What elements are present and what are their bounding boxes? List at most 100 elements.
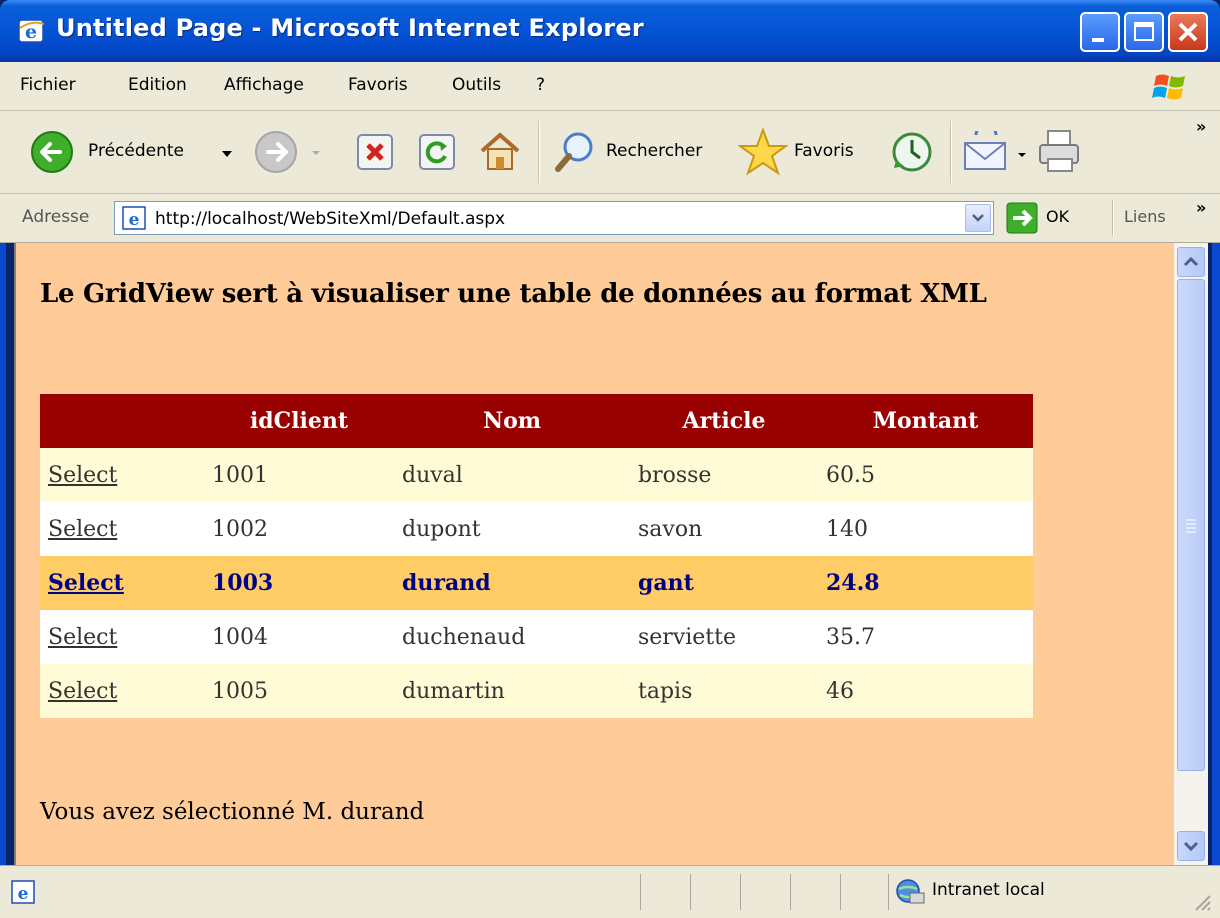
mail-button[interactable] (962, 131, 1032, 175)
montant-cell: 140 (818, 502, 1033, 556)
selection-message: Vous avez sélectionné M. durand (40, 799, 425, 825)
nom-cell: duval (394, 448, 630, 502)
forward-arrow-icon (255, 131, 297, 173)
search-button[interactable]: Rechercher (552, 129, 722, 175)
gridview-table: idClient Nom Article Montant Select 1001… (40, 394, 1033, 718)
address-url: http://localhost/WebSiteXml/Default.aspx (155, 209, 506, 229)
chevron-down-icon (972, 214, 984, 222)
montant-cell: 60.5 (818, 448, 1033, 502)
windows-logo-icon (1152, 74, 1185, 100)
search-label: Rechercher (606, 141, 703, 161)
idclient-cell: 1004 (204, 610, 394, 664)
minimize-icon (1092, 38, 1104, 42)
favorites-button[interactable]: Favoris (738, 127, 878, 177)
close-icon (1178, 22, 1198, 42)
article-cell: gant (630, 556, 818, 610)
print-icon[interactable] (1036, 129, 1084, 175)
window-title: Untitled Page - Microsoft Internet Explo… (56, 14, 644, 42)
menu-outils[interactable]: Outils (452, 75, 501, 95)
chevron-down-icon (1183, 841, 1199, 852)
stop-icon[interactable] (356, 133, 394, 171)
vertical-scrollbar[interactable] (1174, 243, 1208, 865)
idclient-cell: 1003 (204, 556, 394, 610)
ie-logo-icon: e (18, 19, 45, 43)
article-cell: tapis (630, 664, 818, 718)
nom-cell: duchenaud (394, 610, 630, 664)
status-panel (840, 874, 891, 910)
address-separator (1112, 200, 1114, 236)
page-content: Le GridView sert à visualiser une table … (14, 243, 1174, 865)
montant-cell: 46 (818, 664, 1033, 718)
menu-affichage[interactable]: Affichage (224, 75, 304, 95)
menu-help[interactable]: ? (536, 75, 545, 95)
back-button[interactable]: Précédente (30, 129, 240, 175)
back-dropdown-icon[interactable] (220, 149, 234, 159)
browser-window: e Untitled Page - Microsoft Internet Exp… (0, 0, 1220, 918)
go-label: OK (1046, 207, 1070, 226)
montant-cell: 35.7 (818, 610, 1033, 664)
toolbar-separator (538, 121, 540, 183)
status-panel (790, 874, 841, 910)
table-row: Select 1001 duval brosse 60.5 (40, 448, 1033, 502)
address-input[interactable]: e http://localhost/WebSiteXml/Default.as… (114, 201, 994, 235)
select-link[interactable]: Select (48, 679, 117, 704)
mail-dropdown-icon[interactable] (1016, 151, 1028, 159)
maximize-icon (1134, 22, 1154, 41)
select-link[interactable]: Select (48, 570, 124, 596)
scroll-thumb[interactable] (1177, 279, 1205, 771)
nom-cell: durand (394, 556, 630, 610)
svg-text:e: e (18, 884, 29, 904)
select-link[interactable]: Select (48, 517, 117, 542)
toolbar-separator (950, 121, 952, 183)
table-row-selected: Select 1003 durand gant 24.8 (40, 556, 1033, 610)
nom-cell: dupont (394, 502, 630, 556)
intranet-globe-icon (896, 879, 925, 904)
scroll-down-button[interactable] (1177, 831, 1205, 861)
toolbar: Précédente Rechercher Favoris » (0, 111, 1220, 194)
article-cell: brosse (630, 448, 818, 502)
maximize-button[interactable] (1124, 12, 1164, 52)
scroll-up-button[interactable] (1177, 247, 1205, 277)
nom-cell: dumartin (394, 664, 630, 718)
links-overflow-icon[interactable]: » (1196, 198, 1206, 217)
mail-icon (964, 131, 1006, 170)
select-cell: Select (40, 502, 204, 556)
toolbar-overflow-icon[interactable]: » (1196, 117, 1206, 136)
menu-bar: Fichier Edition Affichage Favoris Outils… (0, 62, 1220, 111)
go-button[interactable]: OK (1006, 202, 1096, 234)
close-button[interactable] (1168, 12, 1208, 52)
montant-cell: 24.8 (818, 556, 1033, 610)
idclient-cell: 1002 (204, 502, 394, 556)
address-dropdown-button[interactable] (965, 204, 991, 232)
address-bar: Adresse e http://localhost/WebSiteXml/De… (0, 194, 1220, 243)
header-select (40, 394, 204, 448)
resize-grip-icon[interactable] (1190, 890, 1214, 914)
select-cell: Select (40, 448, 204, 502)
menu-edition[interactable]: Edition (128, 75, 187, 95)
article-cell: savon (630, 502, 818, 556)
chevron-up-icon (1183, 256, 1199, 267)
forward-button[interactable] (254, 129, 324, 175)
go-arrow-icon (1006, 202, 1038, 234)
select-link[interactable]: Select (48, 463, 117, 488)
select-link[interactable]: Select (48, 625, 117, 650)
forward-dropdown-icon[interactable] (310, 149, 322, 157)
svg-text:e: e (129, 210, 140, 230)
table-row: Select 1004 duchenaud serviette 35.7 (40, 610, 1033, 664)
history-icon[interactable] (890, 130, 934, 174)
menu-favoris[interactable]: Favoris (348, 75, 408, 95)
refresh-icon[interactable] (418, 133, 456, 171)
search-icon (555, 132, 593, 172)
select-cell: Select (40, 610, 204, 664)
header-montant: Montant (818, 394, 1033, 448)
select-cell: Select (40, 664, 204, 718)
status-panel (690, 874, 741, 910)
minimize-button[interactable] (1080, 12, 1120, 52)
article-cell: serviette (630, 610, 818, 664)
menu-fichier[interactable]: Fichier (20, 75, 76, 95)
home-icon[interactable] (478, 129, 522, 173)
links-label[interactable]: Liens (1124, 207, 1166, 226)
status-panel (740, 874, 791, 910)
select-cell: Select (40, 556, 204, 610)
back-label: Précédente (88, 141, 184, 161)
